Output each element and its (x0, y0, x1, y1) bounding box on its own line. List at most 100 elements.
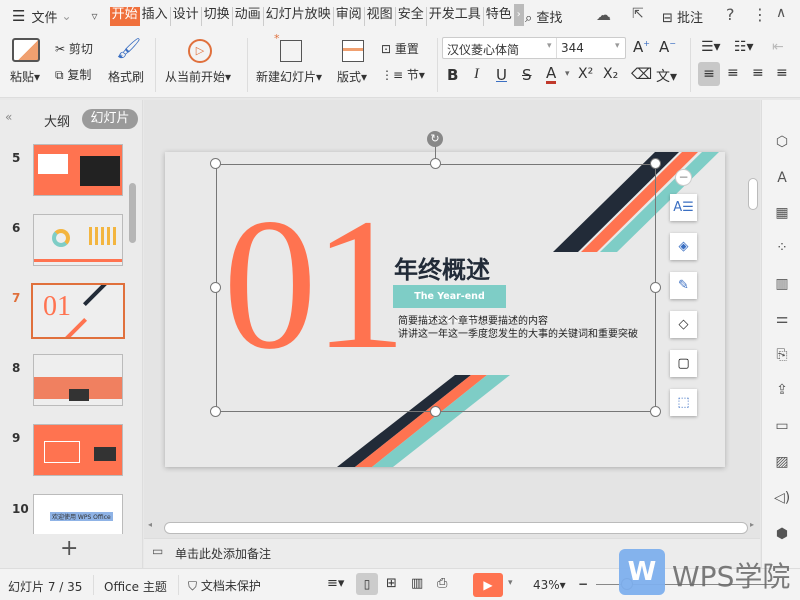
tab-special[interactable]: 特色 (484, 7, 514, 26)
format-painter-button[interactable]: 格式刷 (108, 68, 144, 85)
rotate-handle[interactable]: ↻ (427, 131, 443, 147)
tab-slideshow[interactable]: 幻灯片放映 (264, 7, 334, 26)
table-icon[interactable]: ▦ (774, 205, 790, 221)
paste-button[interactable]: 粘贴▾ (10, 68, 40, 85)
panel-scrollbar[interactable] (129, 183, 136, 243)
justify-button[interactable]: ≡ (776, 65, 788, 81)
decrease-font-size-button[interactable]: A− (659, 38, 676, 56)
italic-button[interactable]: I (474, 66, 479, 83)
layout-icon[interactable] (342, 40, 364, 62)
play-from-current-button[interactable]: 从当前开始▾ (165, 68, 231, 85)
resize-handle[interactable] (650, 406, 661, 417)
text-box-icon[interactable]: ⬚ (670, 389, 697, 416)
underline-button[interactable]: U (496, 66, 507, 84)
collapse-panel-icon[interactable]: « (5, 110, 12, 124)
notes-toggle-icon[interactable]: ≡▾ (327, 576, 344, 591)
text-select-icon[interactable]: A☰ (670, 194, 697, 221)
scroll-left-icon[interactable]: ◂ (148, 520, 152, 529)
chart-icon[interactable]: ▥ (774, 276, 790, 292)
shapes-icon[interactable]: ⬡ (774, 134, 790, 150)
zoom-out-button[interactable]: − (578, 577, 588, 591)
tab-view[interactable]: 视图 (365, 7, 396, 26)
tab-developer[interactable]: 开发工具 (427, 7, 484, 26)
help-icon[interactable]: ? (726, 5, 735, 24)
font-name-dropdown-icon[interactable]: ▾ (547, 41, 552, 51)
format-painter-icon[interactable]: 🖌 (116, 36, 141, 60)
shield-icon[interactable]: ⬢ (774, 526, 790, 542)
bold-button[interactable]: B (447, 66, 458, 84)
subscript-button[interactable]: X₂ (603, 66, 618, 82)
selection-box[interactable] (216, 164, 656, 412)
align-left-button[interactable]: ≡ (698, 62, 720, 86)
bullet-list-icon[interactable]: ☰▾ (701, 39, 721, 55)
file-menu[interactable]: 文件 (31, 7, 57, 26)
play-slideshow-button[interactable]: ▶ (473, 573, 503, 597)
archive-icon[interactable]: ▭ (774, 418, 790, 434)
copy-button[interactable]: ⧉ 复制 (55, 66, 91, 83)
share-icon[interactable]: ⇱ (632, 6, 644, 22)
tab-home[interactable]: 开始 (110, 7, 140, 26)
cut-button[interactable]: ✂ 剪切 (55, 40, 93, 57)
fill-color-icon[interactable]: ◇ (670, 311, 697, 338)
brush-icon[interactable]: ✎ (670, 272, 697, 299)
tab-transition[interactable]: 切换 (202, 7, 233, 26)
normal-view-icon[interactable]: ▯ (356, 573, 378, 595)
add-slide-button[interactable]: + (60, 536, 78, 561)
scroll-right-icon[interactable]: ▸ (750, 520, 754, 529)
tab-animation[interactable]: 动画 (233, 7, 264, 26)
resize-handle[interactable] (650, 158, 661, 169)
zoom-level[interactable]: 43%▾ (533, 578, 566, 592)
resize-handle[interactable] (210, 158, 221, 169)
increase-font-size-button[interactable]: A+ (633, 38, 650, 56)
protect-status[interactable]: ⛉ 文档未保护 (188, 577, 261, 594)
presenter-view-icon[interactable]: ⎙ (437, 576, 447, 591)
quick-access-dropdown-icon[interactable]: ▿ (92, 9, 98, 23)
smart-art-icon[interactable]: ⁘ (774, 240, 790, 256)
new-slide-button[interactable]: 新建幻灯片▾ (256, 68, 322, 85)
font-name-select[interactable]: 汉仪菱心体简 (447, 41, 519, 58)
tabs-scroll-right[interactable]: › (514, 4, 524, 26)
new-slide-icon[interactable]: * (280, 40, 302, 62)
layers-icon[interactable]: ◈ (670, 233, 697, 260)
font-size-select[interactable]: 344 (561, 41, 584, 55)
resize-handle[interactable] (430, 158, 441, 169)
numbered-list-icon[interactable]: ☷▾ (734, 39, 754, 55)
reset-button[interactable]: ⊡ 重置 (381, 40, 419, 57)
superscript-button[interactable]: X² (578, 66, 593, 82)
tab-outline[interactable]: 大纲 (44, 111, 70, 130)
slide-sorter-icon[interactable]: ⊞ (386, 576, 397, 591)
chevron-down-icon[interactable]: ⌄ (61, 9, 71, 23)
section-button[interactable]: ⋮≡ 节▾ (381, 66, 425, 83)
font-size-dropdown-icon[interactable]: ▾ (615, 41, 620, 51)
search-button[interactable]: ⌕ 查找 (525, 7, 562, 26)
text-style-icon[interactable]: A (774, 170, 790, 186)
slide-thumbnail-8[interactable] (33, 354, 123, 406)
align-right-button[interactable]: ≡ (752, 65, 764, 81)
paste-icon[interactable] (12, 38, 40, 62)
reading-view-icon[interactable]: ▥ (411, 576, 423, 591)
layout-button[interactable]: 版式▾ (337, 68, 367, 85)
vertical-scrollbar[interactable] (748, 178, 758, 210)
slide-thumbnail-6[interactable] (33, 214, 123, 266)
resize-handle[interactable] (210, 406, 221, 417)
slide-thumbnail-9[interactable] (33, 424, 123, 476)
more-icon[interactable]: ⋮ (752, 5, 768, 24)
document-icon[interactable]: ⎘ (774, 347, 790, 363)
collapse-ribbon-icon[interactable]: ∧ (776, 5, 786, 21)
font-color-dropdown-icon[interactable]: ▾ (565, 69, 570, 79)
slide-thumbnail-5[interactable] (33, 144, 123, 196)
resize-handle[interactable] (430, 406, 441, 417)
tab-security[interactable]: 安全 (396, 7, 427, 26)
phonetic-guide-button[interactable]: 文▾ (656, 66, 677, 86)
horizontal-scrollbar[interactable] (164, 522, 748, 534)
slide-thumbnail-10[interactable]: 欢迎使用 WPS Office (33, 494, 123, 534)
cloud-sync-icon[interactable]: ☁ (596, 6, 611, 24)
theme-name[interactable]: Office 主题 (104, 578, 167, 595)
resize-handle[interactable] (650, 282, 661, 293)
tab-slides[interactable]: 幻灯片 (82, 109, 138, 129)
strikethrough-button[interactable]: S (522, 66, 532, 84)
notes-placeholder[interactable]: 单击此处添加备注 (175, 545, 271, 562)
export-icon[interactable]: ⇪ (774, 382, 790, 398)
play-icon[interactable]: ▷ (188, 39, 212, 63)
decrease-indent-icon[interactable]: ⇤ (772, 39, 784, 55)
